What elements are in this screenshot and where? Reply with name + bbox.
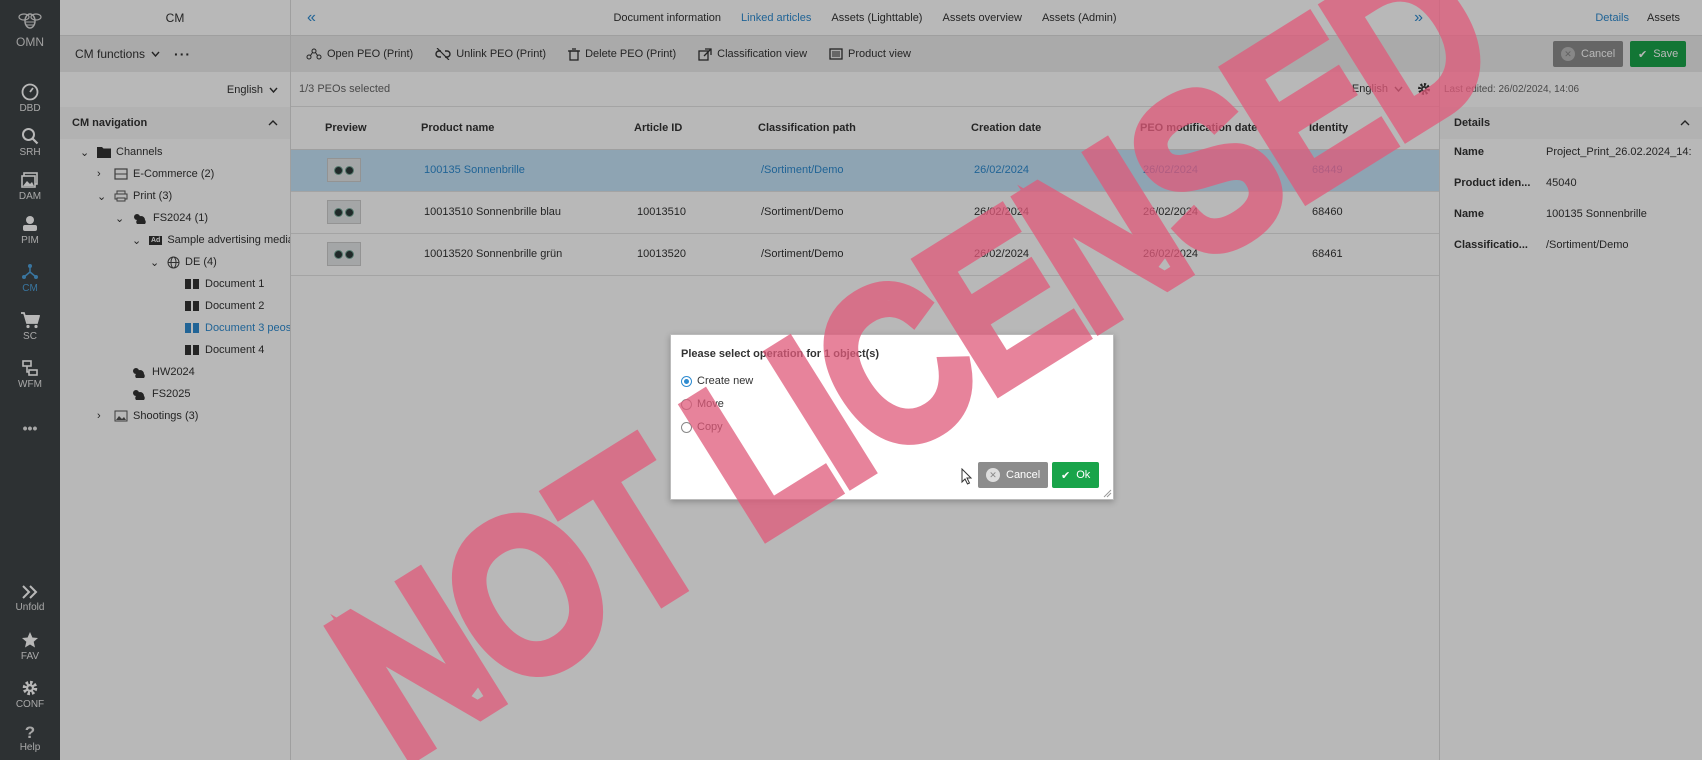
radio-create-new[interactable]: Create new — [681, 375, 753, 387]
dialog-ok-button[interactable]: ✔ Ok — [1052, 462, 1100, 488]
mouse-cursor-icon — [961, 468, 973, 485]
radio-button-icon — [681, 398, 692, 410]
radio-label: Create new — [697, 375, 754, 387]
resize-handle-icon[interactable] — [1102, 488, 1112, 498]
operation-dialog: Please select operation for 1 object(s) … — [670, 334, 1114, 500]
dialog-cancel-button[interactable]: ✕ Cancel — [978, 462, 1049, 488]
radio-button-icon — [681, 421, 692, 433]
dialog-ok-label: Ok — [1076, 469, 1091, 481]
radio-label: Copy — [697, 421, 723, 433]
dialog-cancel-label: Cancel — [1006, 469, 1041, 481]
check-icon: ✔ — [1061, 469, 1071, 482]
radio-move[interactable]: Move — [681, 398, 724, 410]
dialog-title: Please select operation for 1 object(s) — [681, 348, 880, 360]
radio-label: Move — [697, 398, 724, 410]
radio-copy[interactable]: Copy — [681, 421, 723, 433]
radio-button-icon — [681, 375, 692, 387]
cancel-icon: ✕ — [986, 468, 1000, 482]
